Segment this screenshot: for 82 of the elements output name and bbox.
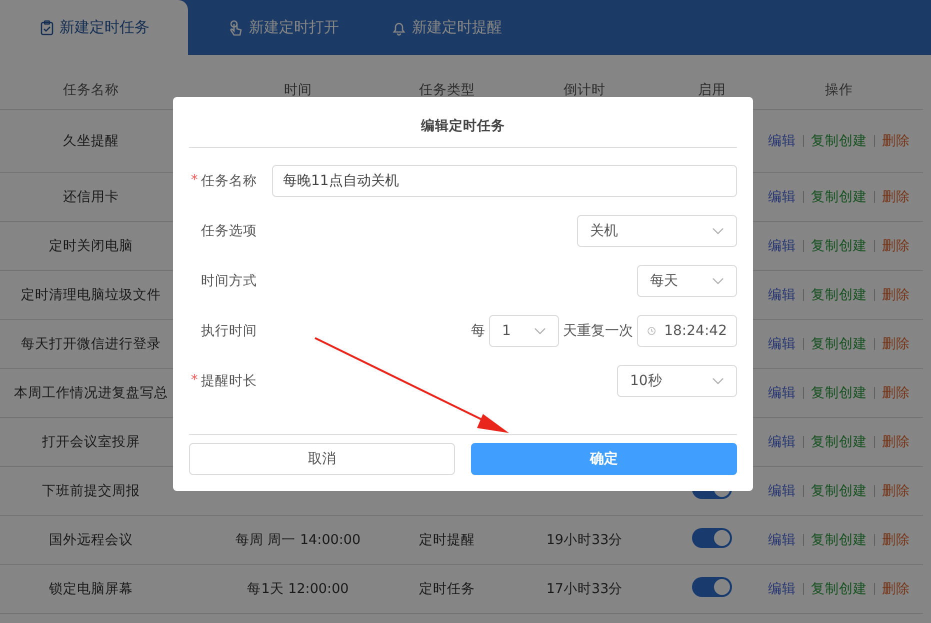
table-cell-text: 每天打开微信进行登录: [20, 335, 162, 353]
table-cell-text: 还信用卡: [62, 188, 120, 206]
action-link[interactable]: 编辑: [768, 188, 796, 206]
table-cell: 每1天 12:00:00: [247, 581, 349, 597]
action-link[interactable]: 复制创建: [811, 188, 867, 206]
action-link[interactable]: 编辑: [768, 237, 796, 255]
action-link[interactable]: 复制创建: [811, 482, 867, 500]
table-cell: 定时任务: [419, 581, 475, 597]
action-link[interactable]: 复制创建: [811, 286, 867, 304]
table-cell: 定时提醒: [419, 532, 475, 548]
action-link[interactable]: 编辑: [768, 580, 796, 598]
tab[interactable]: 新建定时打开: [208, 0, 359, 55]
field-text: 天重复一次: [563, 322, 633, 340]
action-link[interactable]: 编辑: [768, 531, 796, 549]
time-picker[interactable]: 18:24:42: [637, 315, 737, 347]
table-cell: 每周 周一 14:00:00: [235, 532, 361, 548]
toggle-switch[interactable]: [692, 528, 732, 548]
table-cell-text: 本周工作情况进复盘写总: [13, 384, 169, 402]
chevron-down-icon: [712, 277, 724, 285]
table-cell-text: 定时清理电脑垃圾文件: [20, 286, 162, 304]
action-link[interactable]: 删除: [882, 433, 910, 451]
action-link[interactable]: 删除: [882, 132, 910, 150]
field-label: * 任务名称: [190, 172, 258, 190]
required-mark: *: [191, 172, 198, 188]
column-header: 任务名称: [62, 80, 120, 98]
required-mark: *: [191, 372, 198, 388]
chevron-down-icon: [712, 377, 724, 385]
clipboard-check-icon: [38, 20, 54, 36]
action-link[interactable]: 编辑: [768, 433, 796, 451]
table-cell-text: 国外远程会议: [48, 531, 134, 549]
table-cell-text: 久坐提醒: [62, 132, 120, 150]
column-header: 任务类型: [419, 80, 475, 98]
table-cell-text: 定时关闭电脑: [48, 237, 134, 255]
tab[interactable]: 新建定时任务: [0, 0, 188, 55]
table-cell: 19小时33分: [546, 532, 623, 548]
action-link[interactable]: 删除: [882, 580, 910, 598]
chevron-down-icon: [534, 327, 546, 335]
action-link[interactable]: 复制创建: [811, 433, 867, 451]
action-link[interactable]: 编辑: [768, 384, 796, 402]
field-label: 时间方式: [200, 272, 258, 290]
table-cell-text: 打开会议室投屏: [41, 433, 141, 451]
action-link[interactable]: 编辑: [768, 335, 796, 353]
chevron-down-icon: [712, 227, 724, 235]
action-link[interactable]: 编辑: [768, 132, 796, 150]
action-link[interactable]: 删除: [882, 482, 910, 500]
column-header: 时间: [283, 80, 312, 98]
action-link[interactable]: 编辑: [768, 482, 796, 500]
field-label: 执行时间: [200, 322, 258, 340]
dropdown[interactable]: 每天: [637, 265, 737, 297]
action-link[interactable]: 复制创建: [811, 384, 867, 402]
table-cell-text: 下班前提交周报: [41, 482, 141, 500]
action-link[interactable]: 删除: [882, 188, 910, 206]
action-link[interactable]: 复制创建: [811, 237, 867, 255]
action-link[interactable]: 删除: [882, 237, 910, 255]
input-field[interactable]: 每晚11点自动关机: [272, 165, 737, 197]
action-link[interactable]: 复制创建: [811, 531, 867, 549]
dialog-button[interactable]: 取消: [189, 443, 455, 475]
table-cell: 17小时33分: [546, 581, 623, 597]
dropdown[interactable]: 关机: [577, 215, 737, 247]
dialog-button[interactable]: 确定: [471, 443, 737, 475]
column-header: 操作: [825, 80, 854, 98]
action-link[interactable]: 复制创建: [811, 132, 867, 150]
field-label: 任务选项: [200, 222, 258, 240]
hand-pointer-icon: [228, 20, 244, 36]
action-link[interactable]: 删除: [882, 384, 910, 402]
action-link[interactable]: 复制创建: [811, 335, 867, 353]
dropdown[interactable]: 10秒: [617, 365, 737, 397]
action-link[interactable]: 编辑: [768, 286, 796, 304]
dialog-title: 编辑定时任务: [189, 97, 737, 148]
action-link[interactable]: 删除: [882, 286, 910, 304]
tab[interactable]: 新建定时提醒: [371, 0, 522, 55]
action-link[interactable]: 复制创建: [811, 580, 867, 598]
field-label: * 提醒时长: [190, 372, 258, 390]
action-link[interactable]: 删除: [882, 335, 910, 353]
table-cell-text: 锁定电脑屏幕: [48, 580, 134, 598]
column-header: 启用: [698, 80, 726, 98]
action-link[interactable]: 删除: [882, 531, 910, 549]
dropdown[interactable]: 1: [489, 315, 559, 347]
column-header: 倒计时: [564, 80, 606, 98]
toggle-switch[interactable]: [692, 577, 732, 597]
field-text: 每: [471, 322, 485, 340]
clock-icon: [647, 324, 656, 338]
